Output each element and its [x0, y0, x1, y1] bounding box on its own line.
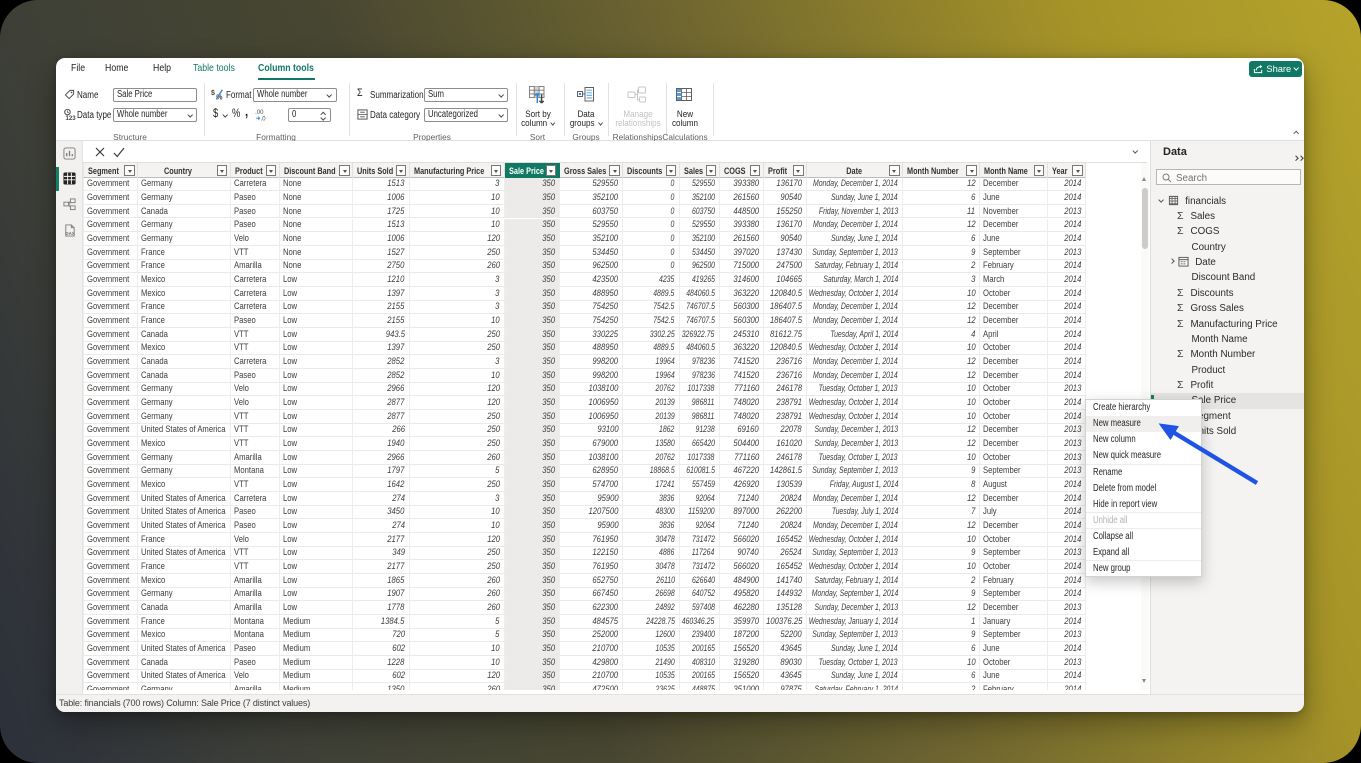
- svg-text:123: 123: [65, 115, 76, 121]
- svg-text:.00: .00: [255, 110, 264, 116]
- svg-text:$: $: [211, 90, 215, 97]
- svg-text:.0: .0: [261, 117, 267, 121]
- svg-text:DAX: DAX: [65, 231, 74, 236]
